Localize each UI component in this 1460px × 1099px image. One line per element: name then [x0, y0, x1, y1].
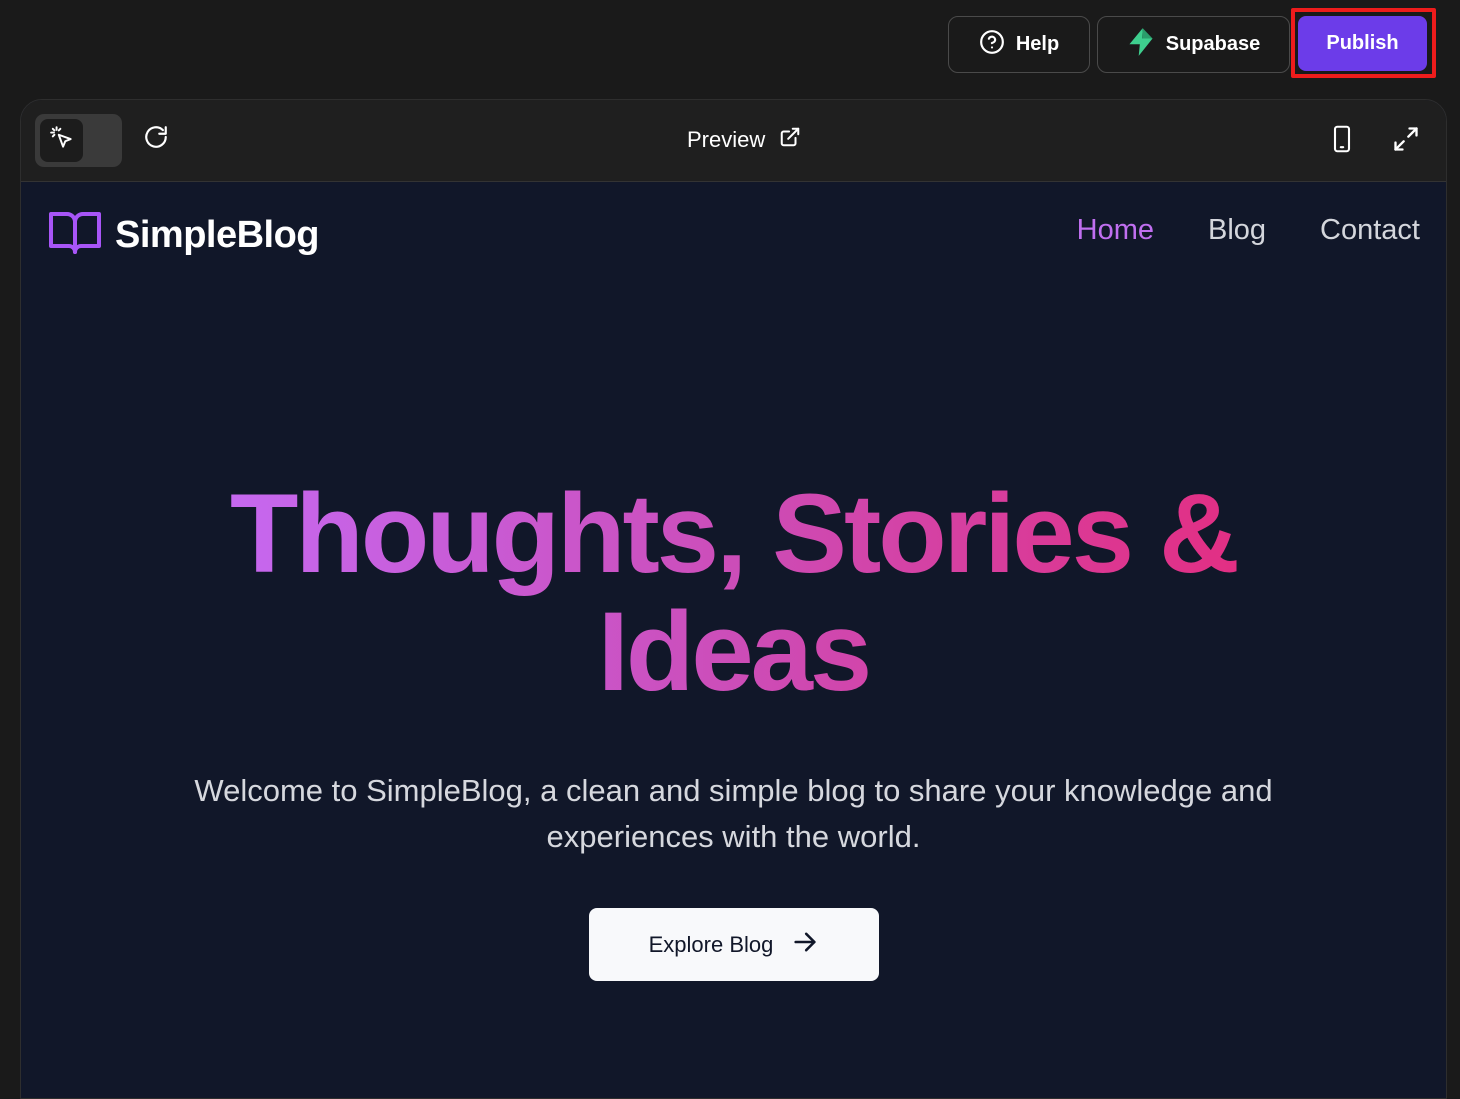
hero-title-line2: Ideas: [597, 589, 870, 714]
explore-blog-button[interactable]: Explore Blog: [589, 908, 879, 981]
fullscreen-button[interactable]: [1389, 124, 1423, 158]
select-mode-toggle[interactable]: [35, 114, 122, 167]
help-button[interactable]: Help: [948, 16, 1090, 73]
preview-link[interactable]: Preview: [687, 125, 801, 155]
refresh-icon: [143, 124, 169, 155]
supabase-label: Supabase: [1165, 33, 1261, 55]
explore-blog-label: Explore Blog: [648, 931, 774, 957]
cursor-select-icon: [49, 125, 75, 156]
site-logo[interactable]: SimpleBlog: [49, 210, 320, 261]
arrow-right-icon: [791, 928, 819, 962]
book-open-icon: [49, 210, 101, 261]
preview-label: Preview: [687, 127, 766, 152]
nav-link-blog[interactable]: Blog: [1208, 214, 1266, 247]
help-label: Help: [1015, 33, 1060, 55]
hero-title: Thoughts, Stories & Ideas: [21, 475, 1446, 711]
nav-link-home[interactable]: Home: [1077, 214, 1154, 247]
toggle-knob: [40, 119, 83, 162]
external-link-icon: [779, 126, 801, 154]
preview-toolbar: Preview: [21, 100, 1446, 182]
hero-subtitle: Welcome to SimpleBlog, a clean and simpl…: [194, 773, 1273, 854]
preview-frame: Preview SimpleBlog Home Blog Contact Tho…: [20, 99, 1447, 1099]
publish-button[interactable]: Publish: [1298, 16, 1427, 71]
help-circle-icon: [979, 29, 1005, 61]
nav-link-contact[interactable]: Contact: [1320, 214, 1420, 247]
mobile-view-button[interactable]: [1327, 124, 1357, 158]
expand-icon: [1392, 125, 1420, 158]
site-navbar: SimpleBlog Home Blog Contact: [21, 182, 1446, 292]
refresh-button[interactable]: [141, 124, 171, 154]
supabase-bolt-icon: [1127, 27, 1155, 63]
brand-name: SimpleBlog: [115, 213, 320, 256]
top-bar: Help Supabase Publish: [0, 0, 1460, 90]
supabase-button[interactable]: Supabase: [1097, 16, 1290, 73]
nav-links: Home Blog Contact: [1077, 214, 1420, 247]
publish-label: Publish: [1326, 32, 1399, 54]
mobile-icon: [1332, 125, 1352, 158]
hero-title-line1: Thoughts, Stories &: [230, 471, 1237, 596]
